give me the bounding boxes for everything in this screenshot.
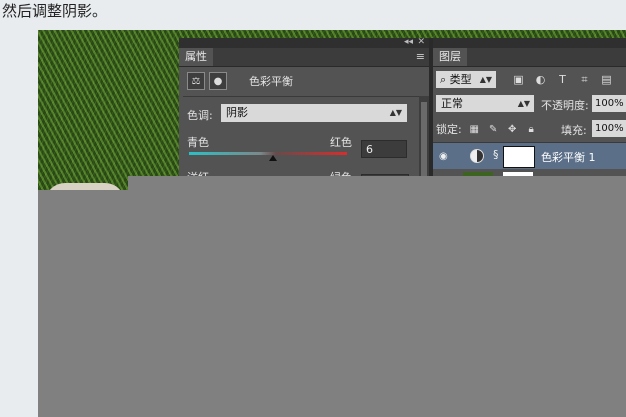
opacity-input[interactable]: 100% bbox=[592, 95, 626, 112]
cyan-red-slider[interactable] bbox=[189, 152, 347, 155]
panel-menu-icon[interactable]: ≡ bbox=[416, 50, 425, 63]
chevron-updown-icon: ▲▼ bbox=[479, 74, 492, 84]
scrollbar-thumb[interactable] bbox=[421, 102, 427, 182]
layer-name[interactable]: 色彩平衡 1 bbox=[541, 149, 596, 165]
fill-input[interactable]: 100% bbox=[592, 120, 626, 137]
mask-icon[interactable]: ● bbox=[209, 72, 227, 90]
lock-label: 锁定: bbox=[436, 123, 462, 136]
properties-title: 色彩平衡 bbox=[249, 75, 293, 88]
lock-pixels-icon[interactable]: ✎ bbox=[487, 123, 500, 136]
opacity-label: 不透明度: bbox=[541, 99, 589, 112]
fill-label: 填充: bbox=[561, 124, 587, 137]
properties-panel: ◂◂ ✕ 属性 ≡ ⚖ ● 色彩平衡 色调: 阴影 ▲▼ 青色 红色 6 洋红 … bbox=[179, 36, 429, 190]
layers-panel: 图层 ⌕ 类型 ▲▼ ▣ ◐ T ⌗ ▤ 正常 ▲▼ 不透明度: 100% 锁定… bbox=[433, 38, 626, 190]
filter-select-value: 类型 bbox=[449, 72, 472, 86]
blend-mode-select[interactable]: 正常 ▲▼ bbox=[436, 95, 534, 112]
gray-overlay bbox=[38, 190, 626, 417]
lock-position-icon[interactable]: ✥ bbox=[506, 123, 519, 136]
search-icon: ⌕ bbox=[440, 72, 450, 86]
image-filter-icon[interactable]: ▣ bbox=[512, 73, 525, 86]
slider-red-label: 红色 bbox=[330, 136, 352, 149]
link-icon[interactable]: § bbox=[493, 148, 499, 161]
lock-transparency-icon[interactable]: ▦ bbox=[468, 123, 481, 136]
shape-filter-icon[interactable]: ⌗ bbox=[578, 73, 591, 86]
collapse-icon[interactable]: ◂◂ bbox=[404, 36, 413, 48]
eye-icon[interactable]: ◉ bbox=[439, 151, 448, 162]
layers-panel-topbar bbox=[433, 38, 626, 48]
adjustment-scale-icon: ⚖ bbox=[187, 72, 205, 90]
chevron-updown-icon: ▲▼ bbox=[517, 99, 530, 108]
instruction-text: 然后调整阴影。 bbox=[2, 2, 108, 20]
properties-tabrow: 属性 ≡ bbox=[179, 48, 429, 67]
divider bbox=[183, 96, 419, 97]
layer-mask-thumbnail[interactable] bbox=[503, 146, 535, 168]
text-filter-icon[interactable]: T bbox=[556, 73, 569, 86]
tone-select-value: 阴影 bbox=[226, 106, 248, 119]
cyan-red-value-input[interactable]: 6 bbox=[361, 140, 407, 158]
layers-tabrow: 图层 bbox=[433, 48, 626, 67]
adjustment-filter-icon[interactable]: ◐ bbox=[534, 73, 547, 86]
lock-row: 锁定: ▦ ✎ ✥ 🔒︎ bbox=[436, 120, 538, 138]
chevron-updown-icon: ▲▼ bbox=[389, 108, 402, 117]
properties-header: ⚖ ● 色彩平衡 bbox=[187, 70, 293, 92]
layer-filter-select[interactable]: ⌕ 类型 ▲▼ bbox=[436, 70, 496, 88]
tab-layers[interactable]: 图层 bbox=[433, 48, 467, 66]
close-icon[interactable]: ✕ bbox=[417, 36, 425, 48]
tone-label: 色调: bbox=[187, 109, 213, 122]
layer-row-selected[interactable]: ◉ § 色彩平衡 1 bbox=[433, 142, 626, 169]
lock-all-icon[interactable]: 🔒︎ bbox=[525, 123, 538, 136]
smart-object-filter-icon[interactable]: ▤ bbox=[600, 73, 613, 86]
slider-thumb[interactable] bbox=[269, 155, 277, 161]
tab-properties[interactable]: 属性 bbox=[179, 48, 213, 66]
tone-select[interactable]: 阴影 ▲▼ bbox=[221, 104, 407, 122]
layer-filter-row: ⌕ 类型 ▲▼ ▣ ◐ T ⌗ ▤ bbox=[436, 70, 613, 88]
slider-cyan-label: 青色 bbox=[187, 136, 209, 149]
properties-panel-topbar: ◂◂ ✕ bbox=[179, 36, 429, 48]
blend-mode-value: 正常 bbox=[441, 97, 463, 110]
color-balance-adjustment-icon bbox=[470, 149, 484, 163]
